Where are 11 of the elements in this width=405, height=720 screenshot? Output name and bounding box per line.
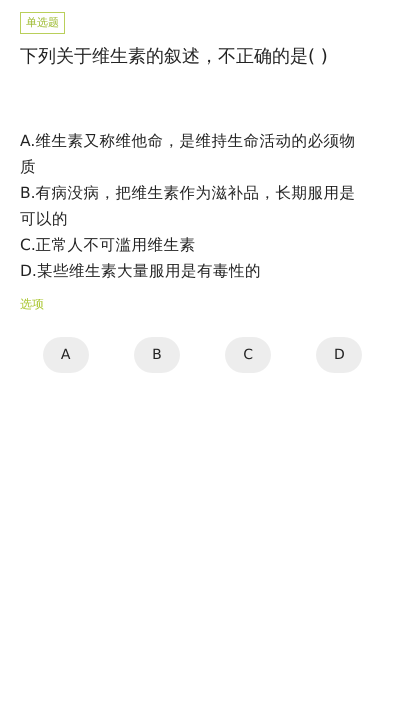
answer-option-text: C.正常人不可滥用维生素 — [20, 235, 197, 256]
choice-button[interactable]: A — [42, 337, 89, 373]
question-type-tag: 单选题 — [20, 12, 65, 34]
choice-button[interactable]: B — [134, 337, 180, 373]
answer-option-text: D.某些维生素大量服用是有毒性的 — [20, 261, 262, 282]
choice-button[interactable]: D — [316, 337, 362, 373]
choices-label: 选项 — [20, 296, 44, 313]
question-text: 下列关于维生素的叙述，不正确的是( ) — [20, 45, 329, 69]
answer-option-text: B.有病没病，把维生素作为滋补品，长期服用是可以的 — [20, 183, 357, 230]
choice-button[interactable]: C — [225, 337, 272, 373]
answer-option-text: A.维生素又称维他命，是维持生命活动的必须物质 — [20, 131, 356, 178]
